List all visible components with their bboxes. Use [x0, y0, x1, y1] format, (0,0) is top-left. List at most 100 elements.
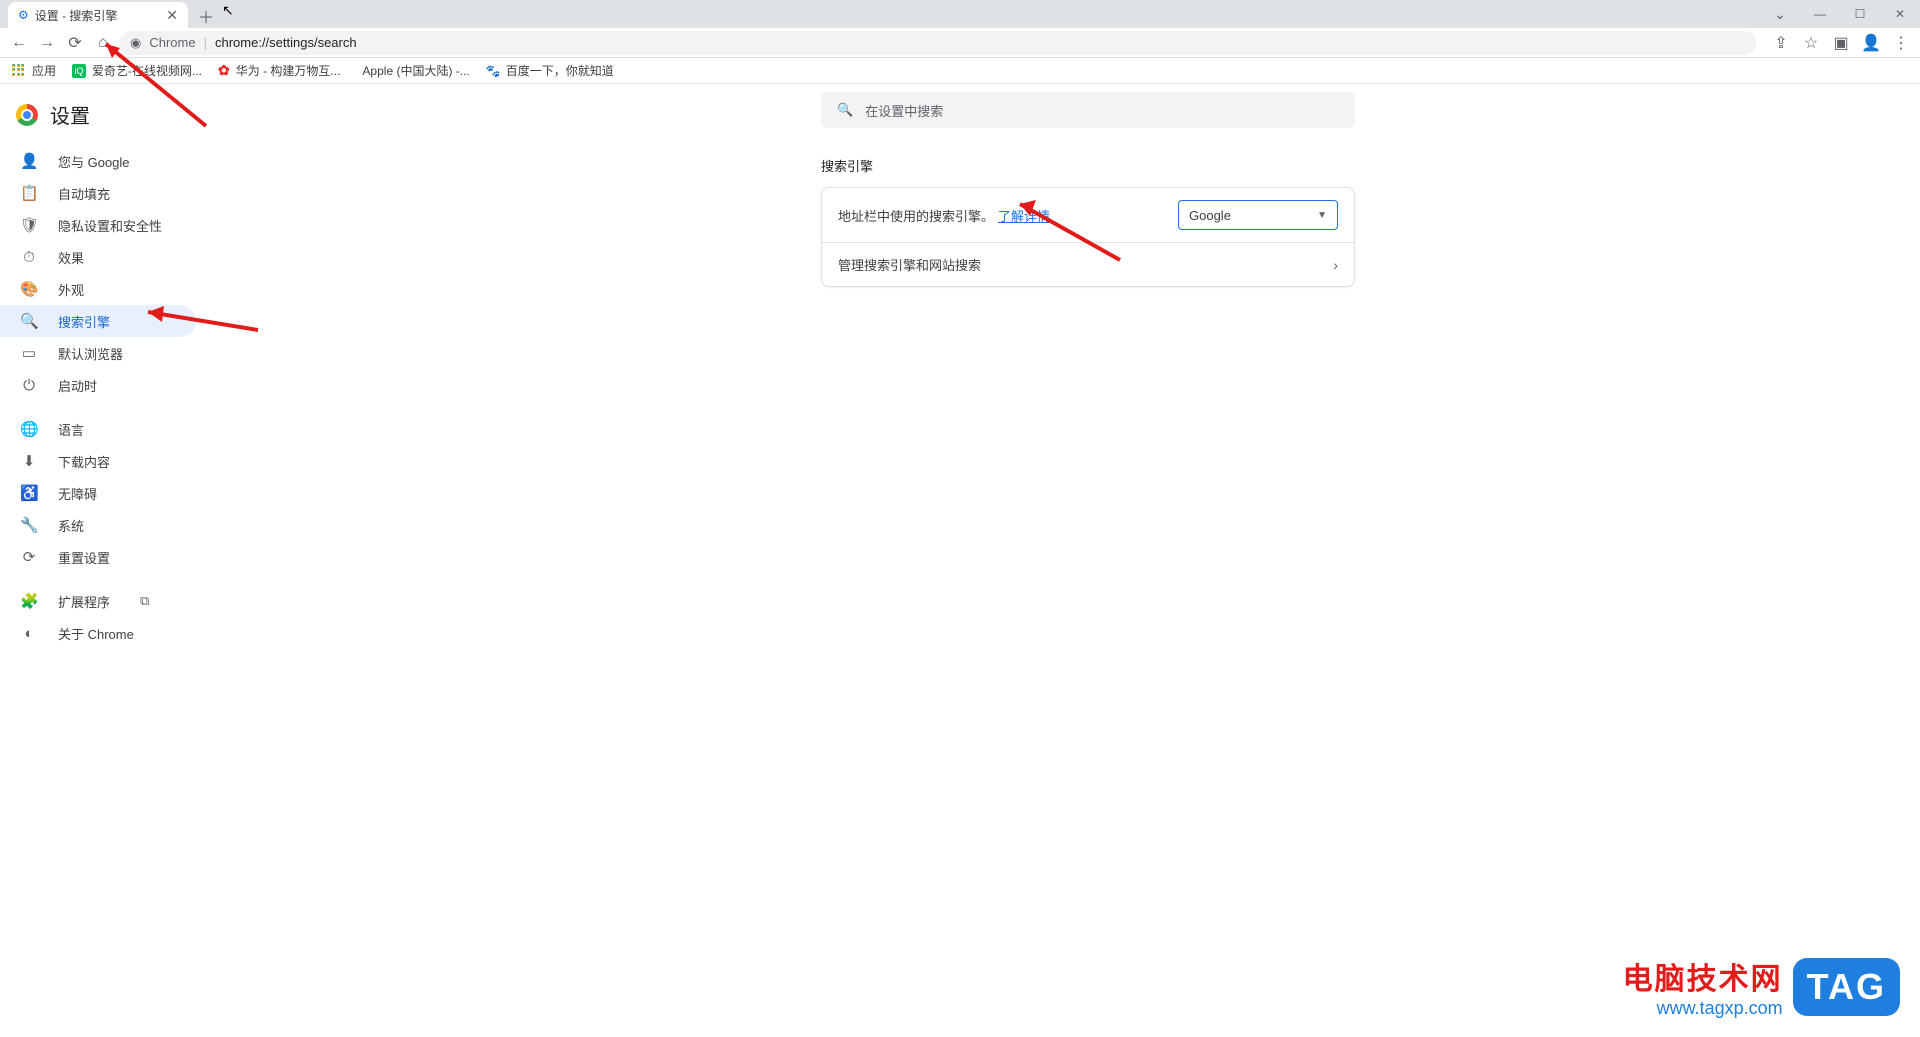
- window-controls: ⌄ — ☐ ✕: [1760, 0, 1920, 28]
- sidebar-item-downloads[interactable]: ⬇ 下载内容: [0, 445, 196, 477]
- sidebar-item-performance[interactable]: ⏱ 效果: [0, 241, 196, 273]
- side-panel-icon[interactable]: ▣: [1830, 32, 1852, 54]
- sidebar-item-about[interactable]: ◐关于 Chrome: [0, 617, 196, 649]
- learn-more-link[interactable]: 了解详情: [998, 206, 1050, 225]
- bookmark-star-icon[interactable]: ☆: [1800, 32, 1822, 54]
- default-search-engine-row: 地址栏中使用的搜索引擎。 了解详情 Google ▼: [822, 188, 1354, 242]
- bookmark-label: Apple (中国大陆) -...: [362, 62, 469, 79]
- nav-label: 隐私设置和安全性: [58, 216, 162, 235]
- bookmark-apple[interactable]: Apple (中国大陆) -...: [356, 62, 469, 79]
- reload-button[interactable]: ⟳: [64, 32, 86, 54]
- nav-icon: 🎨: [20, 280, 38, 298]
- bookmarks-bar: 应用 iQ 爱奇艺-在线视频网... ✿ 华为 - 构建万物互... Apple…: [0, 58, 1920, 84]
- watermark: 电脑技术网 www.tagxp.com TAG: [1623, 954, 1900, 1019]
- bookmark-label: 百度一下，你就知道: [506, 62, 614, 79]
- nav-icon: 🔍: [20, 312, 38, 330]
- settings-header: 设置: [0, 96, 256, 145]
- sidebar-item-autofill[interactable]: 📋自动填充: [0, 177, 196, 209]
- new-tab-button[interactable]: ＋: [194, 4, 218, 28]
- nav-icon: 🛡: [20, 216, 38, 234]
- sidebar-item-search-engine[interactable]: 🔍 搜索引擎: [0, 305, 196, 337]
- cursor-arrow-icon: ↖: [222, 2, 234, 19]
- chrome-logo-icon: [16, 104, 38, 126]
- omnibox-scheme: Chrome: [149, 35, 195, 50]
- tab-title: 设置 - 搜索引擎: [35, 7, 118, 24]
- sidebar-item-on-startup[interactable]: ⏻启动时: [0, 369, 196, 401]
- open-external-icon: ⧉: [140, 593, 149, 609]
- nav-label: 搜索引擎: [58, 312, 110, 331]
- sidebar-item-default-browser[interactable]: ▭ 默认浏览器: [0, 337, 196, 369]
- sidebar-item-reset[interactable]: ⟳ 重置设置: [0, 541, 196, 573]
- chevron-right-icon: ›: [1333, 257, 1338, 273]
- bookmark-label: 华为 - 构建万物互...: [236, 62, 341, 79]
- search-placeholder: 在设置中搜索: [865, 101, 943, 120]
- sidebar-item-language[interactable]: 🌐 语言: [0, 413, 196, 445]
- share-icon[interactable]: ⇪: [1770, 32, 1792, 54]
- omnibox-divider: |: [204, 35, 207, 50]
- close-tab-icon[interactable]: ✕: [166, 7, 178, 24]
- page-title: 设置: [50, 100, 90, 129]
- bookmark-iqiyi[interactable]: iQ 爱奇艺-在线视频网...: [72, 62, 202, 79]
- sidebar-item-extensions[interactable]: 🧩 扩展程序 ⧉: [0, 585, 196, 617]
- nav-label: 启动时: [58, 376, 97, 395]
- nav-icon: ▭: [20, 344, 38, 362]
- browser-toolbar: ← → ⟳ ⌂ ◉ Chrome | chrome://settings/sea…: [0, 28, 1920, 58]
- watermark-url: www.tagxp.com: [1623, 998, 1783, 1019]
- profile-avatar-icon[interactable]: 👤: [1860, 32, 1882, 54]
- apps-grid-icon: [12, 64, 26, 78]
- sidebar-item-appearance[interactable]: 🎨 外观: [0, 273, 196, 305]
- browser-tab-strip: ⚙ 设置 - 搜索引擎 ✕ ＋ ↖ ⌄ — ☐ ✕: [0, 0, 1920, 28]
- search-engine-select[interactable]: Google ▼: [1178, 200, 1338, 230]
- nav-label: 无障碍: [58, 484, 97, 503]
- watermark-tag: TAG: [1793, 958, 1900, 1016]
- nav-label: 自动填充: [58, 184, 110, 203]
- bookmarks-apps-label: 应用: [32, 62, 56, 79]
- nav-label: 下载内容: [58, 452, 110, 471]
- nav-label: 扩展程序: [58, 592, 110, 611]
- row-text: 地址栏中使用的搜索引擎。: [838, 206, 994, 225]
- browser-tab[interactable]: ⚙ 设置 - 搜索引擎 ✕: [8, 2, 188, 28]
- nav-label: 重置设置: [58, 548, 110, 567]
- search-icon: 🔍: [837, 102, 853, 118]
- nav-icon: ♿: [20, 484, 38, 502]
- nav-label: 默认浏览器: [58, 344, 123, 363]
- bookmark-baidu[interactable]: 🐾 百度一下，你就知道: [486, 62, 614, 79]
- sidebar-item-privacy[interactable]: 🛡 隐私设置和安全性: [0, 209, 196, 241]
- bookmark-huawei[interactable]: ✿ 华为 - 构建万物互...: [218, 62, 340, 79]
- sidebar-item-you-and-google[interactable]: 👤您与 Google: [0, 145, 196, 177]
- nav-icon: 🌐: [20, 420, 38, 438]
- nav-label: 语言: [58, 420, 84, 439]
- forward-button[interactable]: →: [36, 32, 58, 54]
- minimize-button[interactable]: —: [1800, 0, 1840, 28]
- nav-icon: ⬇: [20, 452, 38, 470]
- nav-icon: 🔧: [20, 516, 38, 534]
- settings-page: 设置 👤您与 Google📋自动填充 🛡 隐私设置和安全性 ⏱ 效果 🎨 外观 🔍 搜索引擎 ▭ 默…: [0, 84, 1920, 1037]
- nav-label: 效果: [58, 248, 84, 267]
- nav-label: 您与 Google: [58, 152, 130, 171]
- nav-label: 外观: [58, 280, 84, 299]
- back-button[interactable]: ←: [8, 32, 30, 54]
- iqiyi-icon: iQ: [72, 64, 86, 78]
- nav-icon: ⏱: [20, 249, 38, 266]
- site-info-icon[interactable]: ◉: [130, 35, 141, 51]
- sidebar-item-accessibility[interactable]: ♿ 无障碍: [0, 477, 196, 509]
- nav-icon: ⟳: [20, 548, 38, 566]
- omnibox-url: chrome://settings/search: [215, 35, 357, 50]
- baidu-icon: 🐾: [486, 64, 500, 78]
- maximize-button[interactable]: ☐: [1840, 0, 1880, 28]
- menu-kebab-icon[interactable]: ⋮: [1890, 32, 1912, 54]
- settings-main: 🔍 在设置中搜索 搜索引擎 地址栏中使用的搜索引擎。 了解详情 Google ▼…: [256, 84, 1920, 1037]
- close-window-button[interactable]: ✕: [1880, 0, 1920, 28]
- home-button[interactable]: ⌂: [92, 32, 114, 54]
- chevron-down-icon: ▼: [1317, 210, 1327, 221]
- settings-search[interactable]: 🔍 在设置中搜索: [821, 92, 1355, 128]
- sidebar-item-system[interactable]: 🔧 系统: [0, 509, 196, 541]
- nav-label: 系统: [58, 516, 84, 535]
- manage-search-engines-row[interactable]: 管理搜索引擎和网站搜索 ›: [822, 242, 1354, 286]
- address-bar[interactable]: ◉ Chrome | chrome://settings/search: [120, 31, 1756, 55]
- select-value: Google: [1189, 208, 1231, 223]
- bookmarks-apps[interactable]: 应用: [12, 62, 56, 79]
- chevron-down-icon[interactable]: ⌄: [1760, 0, 1800, 28]
- nav-icon: 🧩: [20, 592, 38, 610]
- watermark-title: 电脑技术网: [1623, 954, 1783, 998]
